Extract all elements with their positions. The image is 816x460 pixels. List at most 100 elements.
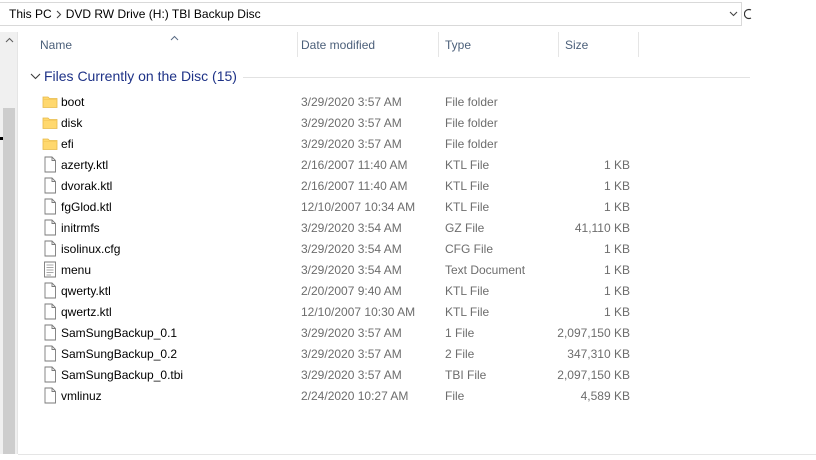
file-type: KTL File (445, 283, 490, 298)
file-group-header[interactable]: Files Currently on the Disc (15) (28, 66, 750, 86)
file-type: KTL File (445, 304, 490, 319)
file-date-modified: 12/10/2007 10:30 AM (301, 304, 416, 319)
column-header-date-modified[interactable]: Date modified (295, 32, 439, 57)
file-icon (42, 387, 58, 404)
file-row[interactable]: azerty.ktl 2/16/2007 11:40 AM KTL File 1 KB (38, 154, 638, 175)
file-name: fgGlod.ktl (61, 199, 112, 214)
file-name: dvorak.ktl (61, 178, 113, 193)
bottom-divider (18, 454, 816, 455)
navigation-pane-scrollbar[interactable] (0, 32, 18, 454)
folder-icon (42, 135, 58, 152)
column-header-type[interactable]: Type (439, 32, 559, 57)
file-date-modified: 3/29/2020 3:57 AM (301, 115, 402, 130)
file-row[interactable]: SamSungBackup_0.2 3/29/2020 3:57 AM 2 File… (38, 343, 638, 364)
file-date-modified: 3/29/2020 3:54 AM (301, 262, 402, 277)
breadcrumb-this-pc[interactable]: This PC (9, 7, 52, 21)
file-date-modified: 3/29/2020 3:54 AM (301, 220, 402, 235)
file-name: vmlinuz (61, 388, 102, 403)
file-type: TBI File (445, 367, 487, 382)
file-name: qwerty.ktl (61, 283, 111, 298)
column-header-row: Name Date modified Type Size (24, 32, 644, 57)
file-date-modified: 3/29/2020 3:57 AM (301, 367, 402, 382)
file-size: 4,589 KB (580, 388, 630, 403)
file-date-modified: 2/16/2007 11:40 AM (301, 157, 408, 172)
file-type: File folder (445, 136, 498, 151)
file-row[interactable]: SamSungBackup_0.1 3/29/2020 3:57 AM 1 File… (38, 322, 638, 343)
file-icon (42, 177, 58, 194)
chevron-up-icon (5, 37, 13, 43)
column-header-size[interactable]: Size (559, 32, 639, 57)
file-type: Text Document (445, 262, 526, 277)
file-size: 1 KB (603, 178, 630, 193)
file-size: 347,310 KB (567, 346, 630, 361)
file-date-modified: 2/16/2007 11:40 AM (301, 178, 408, 193)
file-list: boot 3/29/2020 3:57 AM File folder disk 3/29… (38, 91, 638, 406)
group-divider (242, 76, 750, 78)
file-name: disk (61, 115, 83, 130)
file-size: 2,097,150 KB (557, 367, 630, 382)
file-type: 2 File (445, 346, 475, 361)
group-title: Files Currently on the Disc (15) (44, 68, 237, 84)
file-icon (42, 282, 58, 299)
file-name: SamSungBackup_0.tbi (61, 367, 184, 382)
address-dropdown-button[interactable] (725, 3, 741, 25)
file-name: menu (61, 262, 92, 277)
file-row[interactable]: fgGlod.ktl 12/10/2007 10:34 AM KTL File 1 K… (38, 196, 638, 217)
chevron-right-icon[interactable] (52, 8, 66, 20)
navigation-pane-edge-marker (0, 137, 3, 140)
file-type: KTL File (445, 178, 490, 193)
folder-icon (42, 93, 58, 110)
refresh-icon[interactable] (744, 6, 754, 22)
chevron-down-icon (729, 11, 737, 17)
file-type: 1 File (445, 325, 475, 340)
file-row[interactable]: dvorak.ktl 2/16/2007 11:40 AM KTL File 1 KB (38, 175, 638, 196)
file-name: efi (61, 136, 74, 151)
file-date-modified: 3/29/2020 3:57 AM (301, 346, 402, 361)
file-type: CFG File (445, 241, 493, 256)
file-name: boot (61, 94, 85, 109)
file-icon (42, 366, 58, 383)
file-size: 1 KB (603, 283, 630, 298)
file-date-modified: 2/24/2020 10:27 AM (301, 388, 409, 403)
file-name: isolinux.cfg (61, 241, 121, 256)
file-type: File folder (445, 115, 498, 130)
file-name: qwertz.ktl (61, 304, 112, 319)
file-row[interactable]: qwertz.ktl 12/10/2007 10:30 AM KTL File 1 K… (38, 301, 638, 322)
chevron-down-icon[interactable] (28, 73, 42, 80)
column-header-name[interactable]: Name (34, 32, 298, 57)
file-icon (42, 240, 58, 257)
file-icon (42, 156, 58, 173)
file-row[interactable]: qwerty.ktl 2/20/2007 9:40 AM KTL File 1 KB (38, 280, 638, 301)
text-document-icon (42, 261, 58, 278)
file-icon (42, 345, 58, 362)
scroll-up-button[interactable] (0, 32, 18, 48)
file-row[interactable]: SamSungBackup_0.tbi 3/29/2020 3:57 AM TBI … (38, 364, 638, 385)
file-size: 1 KB (603, 157, 630, 172)
file-type: GZ File (445, 220, 485, 235)
file-row[interactable]: menu 3/29/2020 3:54 AM Text Document 1 KB (38, 259, 638, 280)
file-type: File folder (445, 94, 498, 109)
file-size: 1 KB (603, 199, 630, 214)
file-row[interactable]: disk 3/29/2020 3:57 AM File folder (38, 112, 638, 133)
file-name: initrmfs (61, 220, 100, 235)
file-name: SamSungBackup_0.2 (61, 346, 178, 361)
file-row[interactable]: vmlinuz 2/24/2020 10:27 AM File 4,589 KB (38, 385, 638, 406)
file-size: 1 KB (603, 304, 630, 319)
file-date-modified: 3/29/2020 3:57 AM (301, 325, 402, 340)
file-date-modified: 3/29/2020 3:57 AM (301, 136, 402, 151)
address-bar[interactable]: This PC DVD RW Drive (H:) TBI Backup Dis… (0, 2, 742, 26)
file-size: 2,097,150 KB (557, 325, 630, 340)
caret-up-icon (170, 30, 179, 44)
file-row[interactable]: isolinux.cfg 3/29/2020 3:54 AM CFG File 1 K… (38, 238, 638, 259)
scrollbar-thumb[interactable] (3, 108, 15, 454)
file-row[interactable]: efi 3/29/2020 3:57 AM File folder (38, 133, 638, 154)
file-type: KTL File (445, 157, 490, 172)
file-icon (42, 324, 58, 341)
breadcrumb: This PC DVD RW Drive (H:) TBI Backup Dis… (0, 3, 725, 25)
column-name-label: Name (40, 37, 73, 52)
file-row[interactable]: initrmfs 3/29/2020 3:54 AM GZ File 41,110 K… (38, 217, 638, 238)
column-date-label: Date modified (301, 37, 376, 52)
folder-icon (42, 114, 58, 131)
breadcrumb-dvd-drive[interactable]: DVD RW Drive (H:) TBI Backup Disc (66, 7, 261, 21)
file-row[interactable]: boot 3/29/2020 3:57 AM File folder (38, 91, 638, 112)
